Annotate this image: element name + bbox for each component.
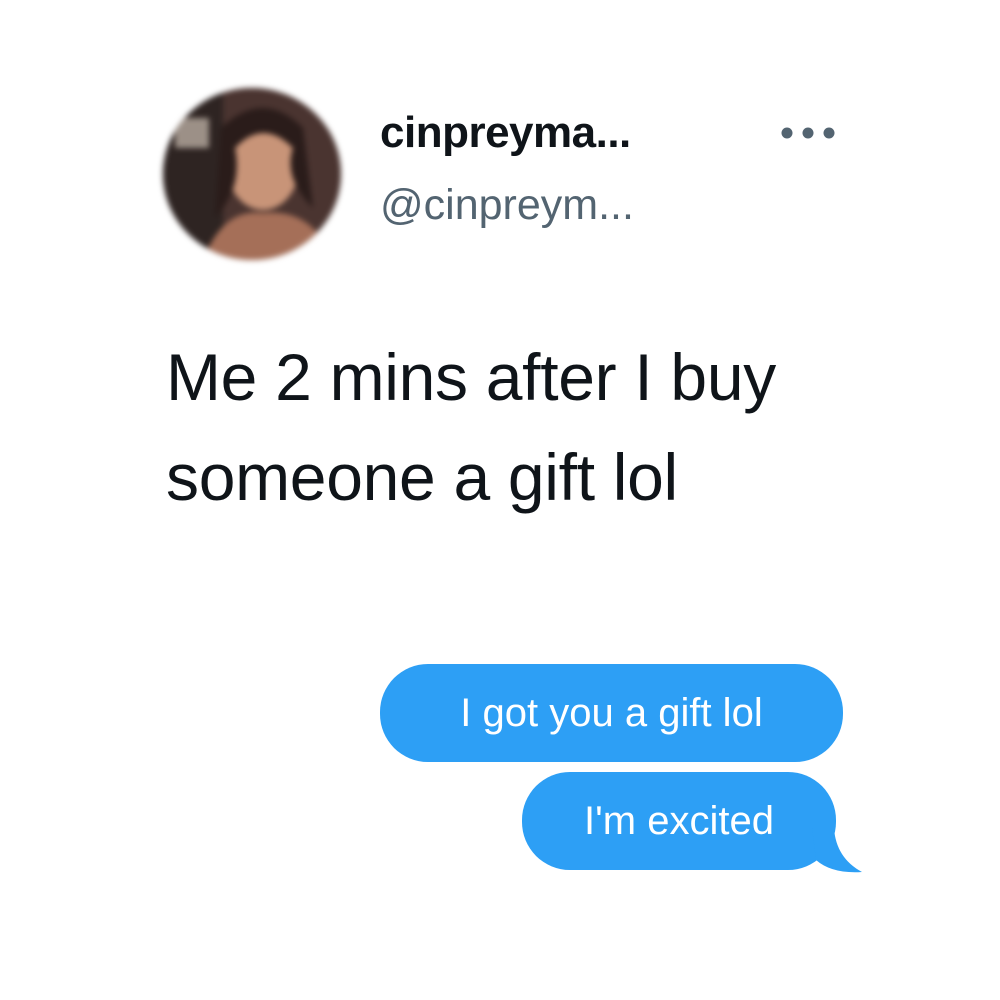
display-name[interactable]: cinpreyma... — [380, 108, 631, 158]
bubble-tail — [812, 828, 862, 873]
avatar[interactable] — [163, 88, 341, 260]
tweet-text: Me 2 mins after I buy someone a gift lol — [166, 340, 776, 514]
user-handle[interactable]: @cinpreym... — [380, 181, 634, 230]
more-options-button[interactable] — [776, 118, 840, 148]
message-bubble: I got you a gift lol — [380, 664, 843, 762]
message-bubble: I'm excited — [522, 772, 836, 870]
tweet-card: cinpreyma... @cinpreym... Me 2 mins afte… — [0, 0, 1000, 1000]
more-horizontal-icon — [781, 127, 835, 139]
profile-photo-icon — [163, 88, 341, 260]
